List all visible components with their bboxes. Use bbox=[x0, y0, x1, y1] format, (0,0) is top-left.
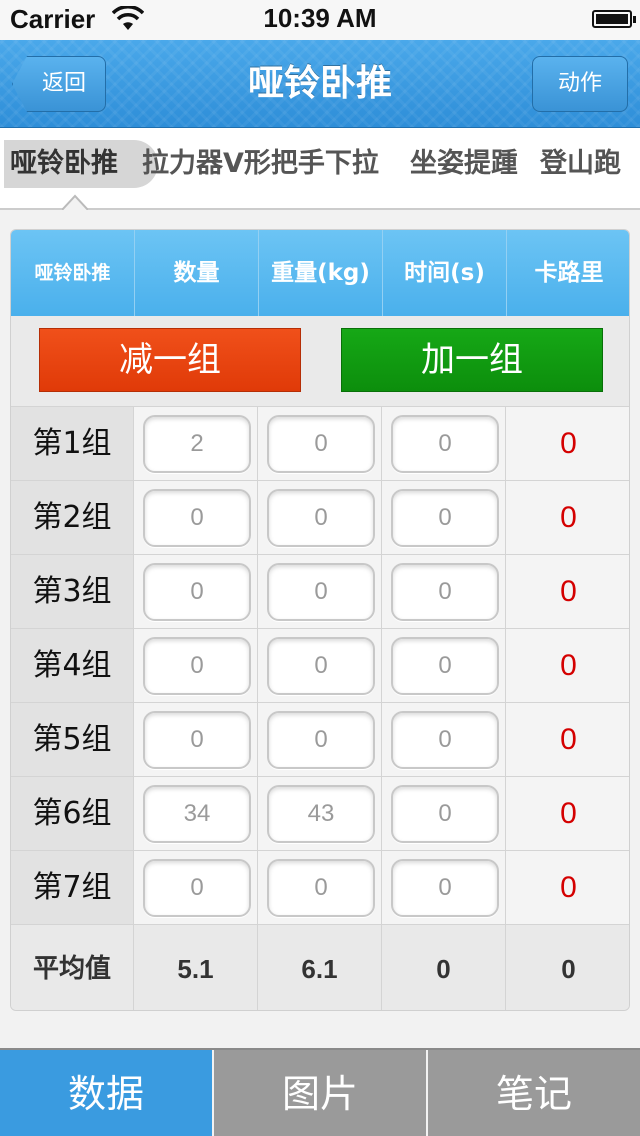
count-input[interactable]: 2 bbox=[143, 415, 251, 473]
set-label: 第4组 bbox=[11, 629, 133, 702]
table-header: 哑铃卧推 数量 重量(kg) 时间(s) 卡路里 bbox=[11, 230, 629, 316]
set-label: 第1组 bbox=[11, 407, 133, 480]
time-input[interactable]: 0 bbox=[391, 711, 499, 769]
calorie-value: 0 bbox=[560, 501, 577, 534]
header-time: 时间(s) bbox=[383, 230, 507, 316]
back-button[interactable]: 返回 bbox=[12, 56, 106, 112]
table-row: 第2组 0 0 0 0 bbox=[11, 480, 629, 554]
add-set-button[interactable]: 加一组 bbox=[341, 328, 603, 392]
count-input[interactable]: 0 bbox=[143, 489, 251, 547]
header-count: 数量 bbox=[135, 230, 259, 316]
header-calories: 卡路里 bbox=[534, 260, 604, 286]
count-input[interactable]: 0 bbox=[143, 563, 251, 621]
time-input[interactable]: 0 bbox=[391, 489, 499, 547]
table-row: 第3组 0 0 0 0 bbox=[11, 554, 629, 628]
time-input[interactable]: 0 bbox=[391, 563, 499, 621]
selection-pointer-icon bbox=[62, 194, 88, 210]
navigation-bar: 哑铃卧推 返回 动作 bbox=[0, 40, 640, 128]
average-row: 平均值 5.1 6.1 0 0 bbox=[11, 924, 629, 1010]
table-row: 第1组 2 0 0 0 bbox=[11, 406, 629, 480]
calorie-value: 0 bbox=[560, 649, 577, 682]
category-tab-dumbbell-press[interactable]: 哑铃卧推 bbox=[4, 140, 158, 188]
calorie-value: 0 bbox=[560, 575, 577, 608]
count-input[interactable]: 0 bbox=[143, 859, 251, 917]
weight-input[interactable]: 0 bbox=[267, 489, 375, 547]
count-input[interactable]: 0 bbox=[143, 637, 251, 695]
exercise-category-strip[interactable]: 哑铃卧推 拉力器V形把手下拉 坐姿提踵 登山跑 bbox=[0, 128, 640, 210]
table-row: 第7组 0 0 0 0 bbox=[11, 850, 629, 924]
average-calories: 0 bbox=[505, 925, 629, 1010]
weight-input[interactable]: 0 bbox=[267, 711, 375, 769]
header-exercise: 哑铃卧推 bbox=[11, 230, 135, 316]
bottom-tab-bar: 数据 图片 笔记 bbox=[0, 1048, 640, 1136]
calorie-value: 0 bbox=[560, 723, 577, 756]
category-tab-cable-pulldown[interactable]: 拉力器V形把手下拉 bbox=[142, 140, 379, 188]
average-weight: 6.1 bbox=[257, 925, 381, 1010]
remove-set-button[interactable]: 减一组 bbox=[39, 328, 301, 392]
time-input[interactable]: 0 bbox=[391, 637, 499, 695]
count-input[interactable]: 34 bbox=[143, 785, 251, 843]
set-label: 第5组 bbox=[11, 703, 133, 776]
sets-table: 哑铃卧推 数量 重量(kg) 时间(s) 卡路里 减一组 加一组 第1组 2 0… bbox=[10, 229, 630, 1011]
weight-input[interactable]: 0 bbox=[267, 563, 375, 621]
tab-images[interactable]: 图片 bbox=[214, 1050, 426, 1136]
status-bar: Carrier 10:39 AM bbox=[0, 0, 640, 40]
battery-icon bbox=[592, 10, 636, 28]
average-count: 5.1 bbox=[133, 925, 257, 1010]
average-time: 0 bbox=[381, 925, 505, 1010]
header-weight: 重量(kg) bbox=[259, 230, 383, 316]
category-tab-climbing-run[interactable]: 登山跑 bbox=[540, 140, 621, 188]
weight-input[interactable]: 0 bbox=[267, 415, 375, 473]
weight-input[interactable]: 0 bbox=[267, 637, 375, 695]
set-label: 第7组 bbox=[11, 851, 133, 924]
calorie-value: 0 bbox=[560, 427, 577, 460]
category-tab-seated-calf-raise[interactable]: 坐姿提踵 bbox=[410, 140, 518, 188]
weight-input[interactable]: 0 bbox=[267, 859, 375, 917]
time-input[interactable]: 0 bbox=[391, 415, 499, 473]
weight-input[interactable]: 43 bbox=[267, 785, 375, 843]
table-row: 第5组 0 0 0 0 bbox=[11, 702, 629, 776]
time-input[interactable]: 0 bbox=[391, 859, 499, 917]
set-label: 第2组 bbox=[11, 481, 133, 554]
clock: 10:39 AM bbox=[263, 3, 377, 33]
table-row: 第4组 0 0 0 0 bbox=[11, 628, 629, 702]
set-label: 第6组 bbox=[11, 777, 133, 850]
calorie-value: 0 bbox=[560, 797, 577, 830]
action-button[interactable]: 动作 bbox=[532, 56, 628, 112]
count-input[interactable]: 0 bbox=[143, 711, 251, 769]
table-row: 第6组 34 43 0 0 bbox=[11, 776, 629, 850]
tab-data[interactable]: 数据 bbox=[0, 1050, 212, 1136]
tab-notes[interactable]: 笔记 bbox=[428, 1050, 640, 1136]
set-label: 第3组 bbox=[11, 555, 133, 628]
average-label: 平均值 bbox=[32, 954, 111, 984]
calorie-value: 0 bbox=[560, 871, 577, 904]
time-input[interactable]: 0 bbox=[391, 785, 499, 843]
